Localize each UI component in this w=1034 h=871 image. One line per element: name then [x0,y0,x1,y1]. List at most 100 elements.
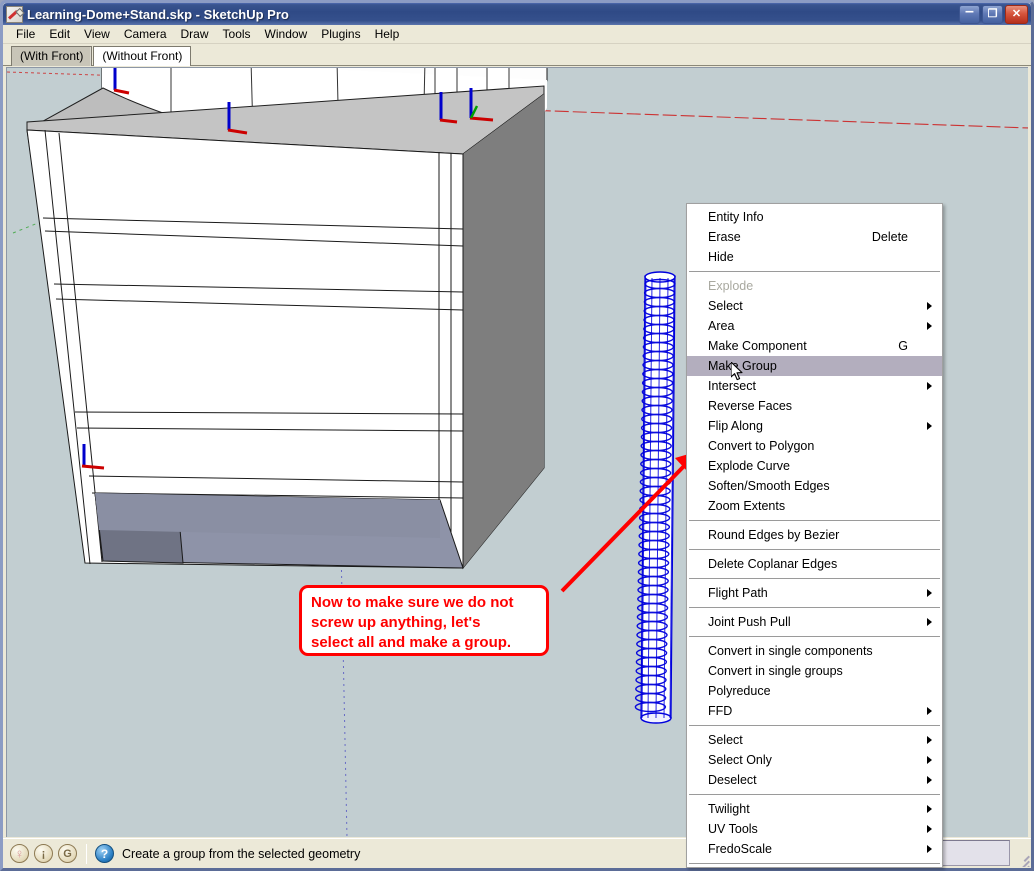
maximize-button[interactable]: ❐ [982,4,1003,24]
menu-item-zoom-extents[interactable]: Zoom Extents [687,496,942,516]
maximize-icon: ❐ [987,7,998,20]
menu-item-label: Delete Coplanar Edges [708,557,838,571]
chevron-right-icon [927,736,932,744]
window-controls: – ❐ ✕ [959,2,1031,24]
menu-item-area[interactable]: Area [687,316,942,336]
menu-item-label: Convert in single components [708,644,873,658]
menu-item-flip-along[interactable]: Flip Along [687,416,942,436]
scene-tab-without-front[interactable]: (Without Front) [93,46,192,66]
menu-item-label: FFD [708,704,733,718]
chevron-right-icon [927,845,932,853]
menu-item-erase[interactable]: Erase Delete [687,227,942,247]
chevron-right-icon [927,322,932,330]
menu-item-soften-smooth-edges[interactable]: Soften/Smooth Edges [687,476,942,496]
menu-item-accelerator: Delete [871,230,908,244]
menu-item-label: Make Component [708,339,807,353]
callout-line-1: Now to make sure we do not [311,594,514,611]
menu-item-label: Convert to Polygon [708,439,815,453]
menu-item-label: Area [708,319,735,333]
menu-item-uv-tools[interactable]: UV Tools [687,819,942,839]
menu-item-label: Convert in single groups [708,664,843,678]
menu-item-round-edges-by-bezier[interactable]: Round Edges by Bezier [687,525,942,545]
menu-item-select-only[interactable]: Select Only [687,750,942,770]
geo-person-icon[interactable]: ¡ [34,844,53,863]
menu-item-fredoscale[interactable]: FredoScale [687,839,942,859]
menu-item-label: Select [708,299,743,313]
menu-item-make-group[interactable]: Make Group [687,356,942,376]
title-bar: Learning-Dome+Stand.skp - SketchUp Pro –… [3,3,1031,25]
menu-window[interactable]: Window [258,25,315,43]
menu-item-label: Flight Path [708,586,768,600]
menu-item-make-component[interactable]: Make Component G [687,336,942,356]
google-g-icon[interactable]: G [58,844,77,863]
menu-separator [689,725,940,726]
callout-line-3: select all and make a group. [311,634,512,651]
chevron-right-icon [927,825,932,833]
status-right-panel [938,840,1010,866]
minimize-button[interactable]: – [959,2,980,24]
menu-item-convert-to-polygon[interactable]: Convert to Polygon [687,436,942,456]
resize-grip[interactable] [1013,850,1030,867]
menu-item-accelerator: G [898,339,908,353]
chevron-right-icon [927,618,932,626]
menu-item-label: Reverse Faces [708,399,793,413]
menu-item-label: Joint Push Pull [708,615,791,629]
menu-item-label: Select [708,733,743,747]
menu-separator [689,794,940,795]
callout-line-2: screw up anything, let's [311,614,481,631]
menu-item-label: Flip Along [708,419,763,433]
menu-item-label: Make Group [708,359,777,373]
menu-separator [689,549,940,550]
menu-item-entity-info[interactable]: Entity Info [687,207,942,227]
status-separator [86,843,87,864]
menu-help[interactable]: Help [368,25,407,43]
chevron-right-icon [927,805,932,813]
menu-item-label: Deselect [708,773,757,787]
menu-item-convert-in-single-groups[interactable]: Convert in single groups [687,661,942,681]
chevron-right-icon [927,382,932,390]
menu-item-label: Round Edges by Bezier [708,528,840,542]
menu-camera[interactable]: Camera [117,25,174,43]
menu-item-reverse-faces[interactable]: Reverse Faces [687,396,942,416]
menu-item-flight-path[interactable]: Flight Path [687,583,942,603]
help-icon[interactable]: ? [95,844,114,863]
window-title: Learning-Dome+Stand.skp - SketchUp Pro [27,6,289,22]
menu-item-intersect[interactable]: Intersect [687,376,942,396]
menu-item-label: Soften/Smooth Edges [708,479,830,493]
menu-item-hide[interactable]: Hide [687,247,942,267]
menu-separator [689,520,940,521]
chevron-right-icon [927,776,932,784]
menu-draw[interactable]: Draw [174,25,216,43]
menu-view[interactable]: View [77,25,117,43]
menu-item-deselect[interactable]: Deselect [687,770,942,790]
menu-item-label: Explode [708,279,754,293]
chevron-right-icon [927,756,932,764]
menu-file[interactable]: File [9,25,42,43]
close-button[interactable]: ✕ [1005,4,1028,24]
geo-location-icon[interactable]: ♀ [10,844,29,863]
scene-tab-with-front[interactable]: (With Front) [11,46,93,66]
menu-item-ffd[interactable]: FFD [687,701,942,721]
menu-item-label: Entity Info [708,210,764,224]
menu-item-convert-in-single-components[interactable]: Convert in single components [687,641,942,661]
menu-item-joint-push-pull[interactable]: Joint Push Pull [687,612,942,632]
menu-item-label: Twilight [708,802,750,816]
menu-tools[interactable]: Tools [216,25,258,43]
menu-edit[interactable]: Edit [42,25,77,43]
menu-item-select-2[interactable]: Select [687,730,942,750]
menu-item-polyreduce[interactable]: Polyreduce [687,681,942,701]
menu-plugins[interactable]: Plugins [314,25,367,43]
menu-item-select[interactable]: Select [687,296,942,316]
menu-item-label: Zoom Extents [708,499,786,513]
menu-item-delete-coplanar-edges[interactable]: Delete Coplanar Edges [687,554,942,574]
menu-item-twilight[interactable]: Twilight [687,799,942,819]
menu-separator [689,863,940,864]
menu-separator [689,636,940,637]
context-menu[interactable]: Entity Info Erase Delete Hide Explode Se… [686,203,943,868]
menu-item-explode-curve[interactable]: Explode Curve [687,456,942,476]
menu-separator [689,607,940,608]
chevron-right-icon [927,589,932,597]
chevron-right-icon [927,422,932,430]
menu-bar: File Edit View Camera Draw Tools Window … [3,25,1031,44]
minimize-icon: – [965,2,974,20]
